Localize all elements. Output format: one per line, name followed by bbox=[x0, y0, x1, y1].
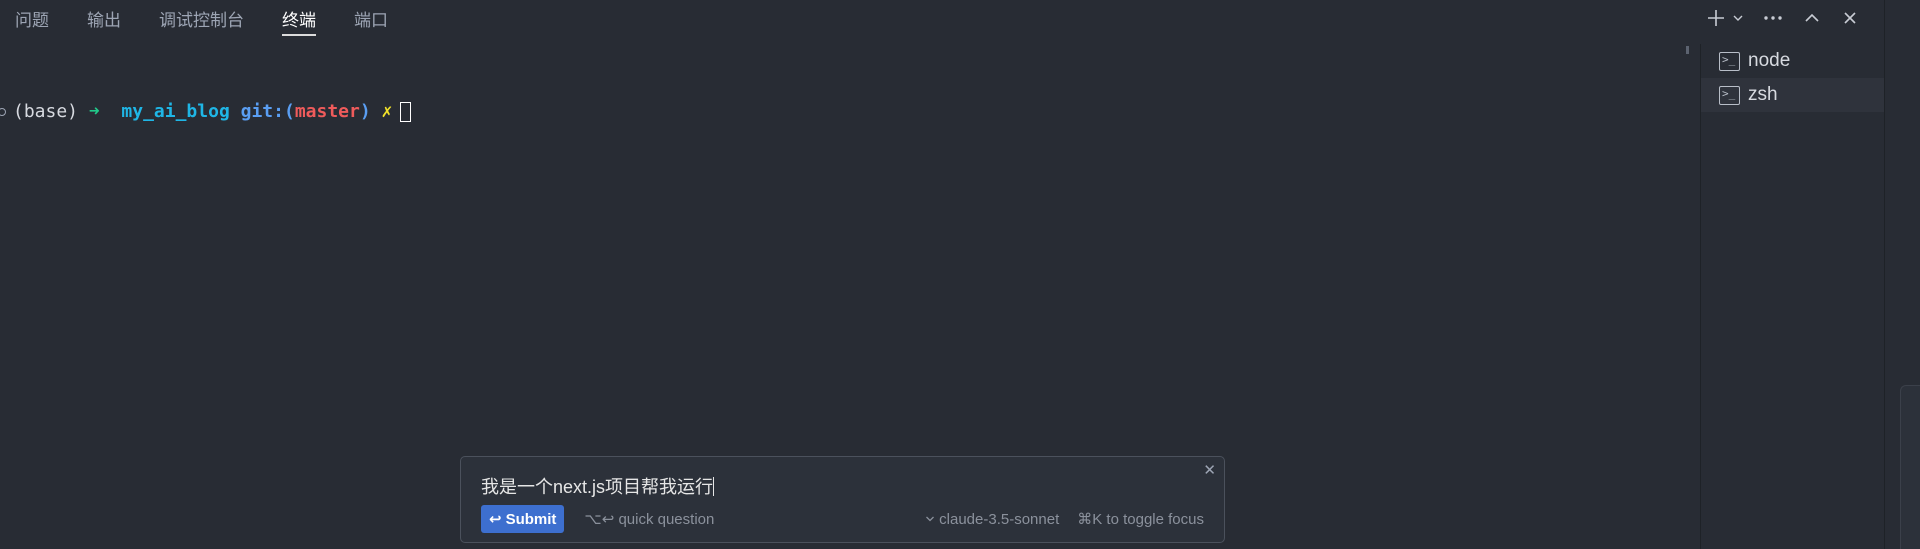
more-actions-button[interactable] bbox=[1762, 8, 1784, 28]
toggle-focus-hint: ⌘K to toggle focus bbox=[1077, 511, 1204, 528]
dirty-mark: ✗ bbox=[381, 101, 393, 122]
git-label: git:( bbox=[240, 101, 295, 122]
chevron-up-icon bbox=[1802, 8, 1822, 28]
terminal-list-item-node[interactable]: >_ node bbox=[1701, 44, 1884, 78]
chevron-down-icon[interactable] bbox=[1732, 12, 1744, 24]
terminal-list-label: zsh bbox=[1748, 84, 1778, 105]
git-close: ) bbox=[359, 101, 371, 122]
sidebar-divider bbox=[1884, 0, 1885, 549]
terminal-cursor bbox=[400, 102, 412, 122]
terminal-list-label: node bbox=[1748, 50, 1791, 71]
model-selector[interactable]: claude-3.5-sonnet bbox=[925, 511, 1059, 528]
ai-prompt-text: 我是一个next.js项目帮我运行 bbox=[481, 477, 714, 497]
tab-debug-console[interactable]: 调试控制台 bbox=[159, 0, 244, 36]
plus-icon bbox=[1706, 8, 1726, 28]
current-directory: my_ai_blog bbox=[121, 101, 230, 122]
terminal-panel: 问题 输出 调试控制台 终端 端口 (base) ➜ my_ai_blog gi… bbox=[0, 0, 1920, 549]
return-icon: ↩ bbox=[489, 511, 502, 528]
command-decoration-icon[interactable] bbox=[0, 108, 6, 116]
conda-env: (base) bbox=[13, 101, 79, 122]
prompt-line: (base) ➜ my_ai_blog git:(master) ✗ bbox=[0, 98, 1680, 126]
terminal-list: >_ node >_ zsh bbox=[1700, 44, 1884, 549]
close-icon[interactable]: ✕ bbox=[1203, 461, 1216, 479]
tab-ports[interactable]: 端口 bbox=[354, 0, 388, 36]
git-branch: master bbox=[294, 101, 360, 122]
maximize-panel-button[interactable] bbox=[1802, 8, 1822, 28]
overview-ruler bbox=[1686, 46, 1689, 54]
close-icon bbox=[1840, 8, 1860, 28]
close-panel-button[interactable] bbox=[1840, 8, 1860, 28]
new-terminal-button[interactable] bbox=[1706, 8, 1744, 28]
submit-label: Submit bbox=[505, 510, 557, 528]
tab-terminal[interactable]: 终端 bbox=[282, 0, 316, 36]
quick-question-button[interactable]: ⌥↩ quick question bbox=[584, 510, 714, 528]
tab-problems[interactable]: 问题 bbox=[15, 0, 49, 36]
side-panel-edge bbox=[1900, 385, 1920, 549]
tab-output[interactable]: 输出 bbox=[87, 0, 121, 36]
terminal-icon: >_ bbox=[1719, 51, 1740, 71]
terminal-icon: >_ bbox=[1719, 85, 1740, 105]
ellipsis-icon bbox=[1762, 8, 1784, 28]
text-caret bbox=[713, 477, 715, 496]
panel-tabs: 问题 输出 调试控制台 终端 端口 bbox=[0, 0, 1660, 36]
terminal-list-item-zsh[interactable]: >_ zsh bbox=[1701, 78, 1884, 112]
submit-button[interactable]: ↩ Submit bbox=[481, 505, 565, 533]
ai-prompt-footer: ↩ Submit ⌥↩ quick question claude-3.5-so… bbox=[481, 505, 1204, 533]
chevron-down-icon bbox=[925, 511, 935, 528]
terminal-output[interactable]: (base) ➜ my_ai_blog git:(master) ✗ bbox=[0, 42, 1680, 442]
ai-prompt-input[interactable]: 我是一个next.js项目帮我运行 bbox=[481, 473, 715, 499]
ai-prompt-box: ✕ 我是一个next.js项目帮我运行 ↩ Submit ⌥↩ quick qu… bbox=[460, 456, 1225, 543]
model-name: claude-3.5-sonnet bbox=[939, 510, 1060, 528]
prompt-arrow: ➜ bbox=[88, 101, 100, 122]
panel-actions bbox=[1706, 0, 1860, 36]
